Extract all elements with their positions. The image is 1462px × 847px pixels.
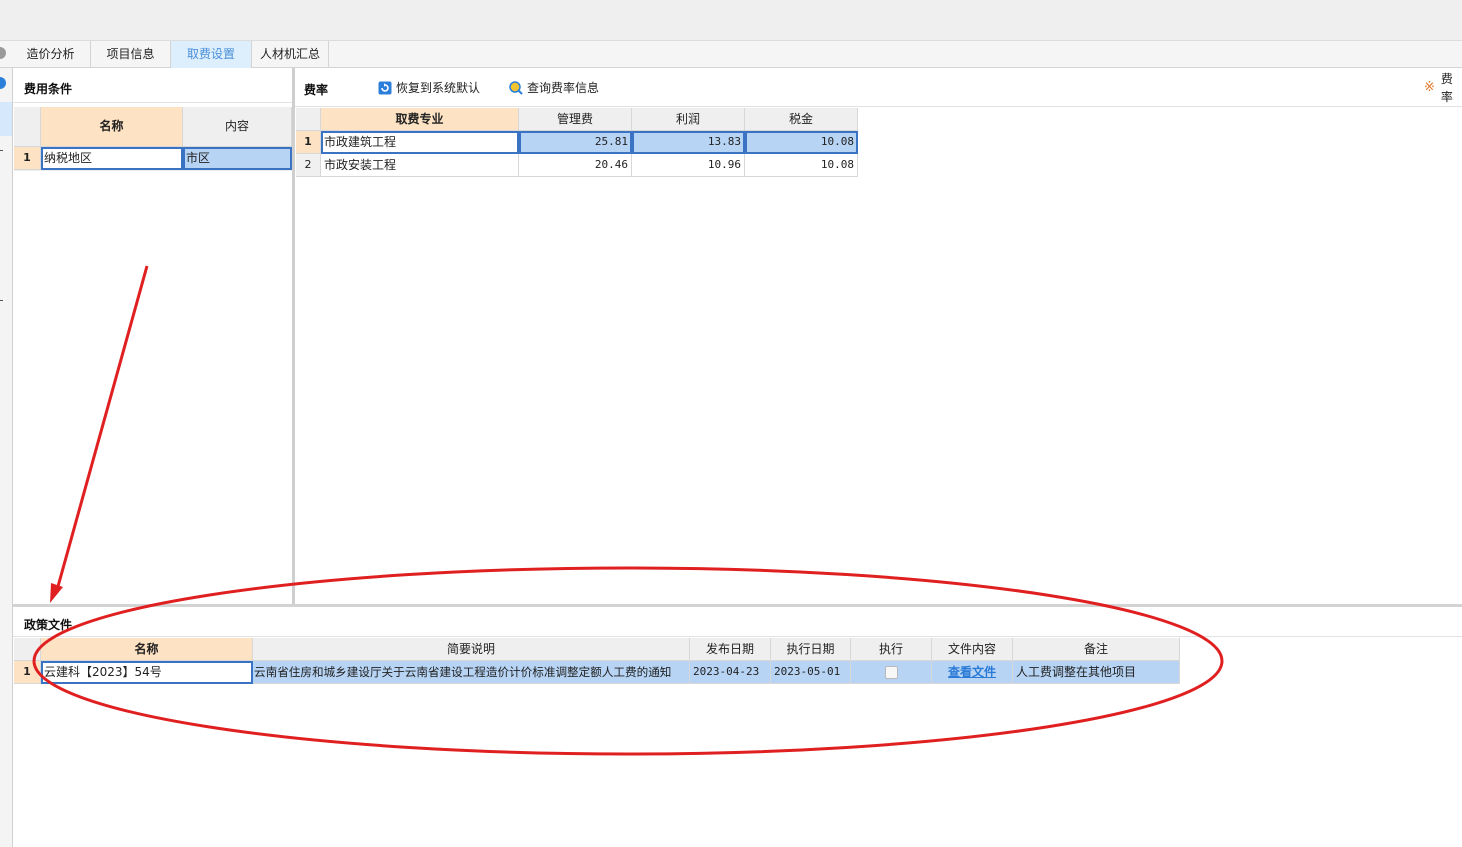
annotation-arrow-line xyxy=(55,265,149,591)
col-header-profit[interactable]: 利润 xyxy=(632,108,745,131)
col-header-execute[interactable]: 执行 xyxy=(851,638,932,661)
col-header-policy-name[interactable]: 名称 xyxy=(41,638,253,661)
policy-remark-cell[interactable]: 人工费调整在其他项目 xyxy=(1013,661,1180,684)
policy-execute-cell xyxy=(851,661,932,684)
policy-name-cell[interactable]: 云建科【2023】54号 xyxy=(41,661,253,684)
search-icon xyxy=(509,81,523,95)
rates-title: 费率 xyxy=(304,83,329,97)
horizontal-splitter[interactable] xyxy=(13,604,1462,607)
tab-labor-material-summary[interactable]: 人材机汇总 xyxy=(252,41,329,68)
query-rate-button[interactable]: 查询费率信息 xyxy=(509,79,599,97)
divider xyxy=(13,102,292,103)
annotation-arrow-head xyxy=(50,583,63,603)
col-header-mgmt[interactable]: 管理费 xyxy=(519,108,632,131)
col-header-file-content[interactable]: 文件内容 xyxy=(932,638,1013,661)
side-tick xyxy=(0,150,3,151)
policy-exec-date-cell[interactable]: 2023-05-01 xyxy=(771,661,851,684)
restore-default-label: 恢复到系统默认 xyxy=(396,81,481,95)
fee-condition-name-cell[interactable]: 纳税地区 xyxy=(41,147,183,170)
divider xyxy=(14,170,292,171)
row-number[interactable]: 1 xyxy=(296,131,321,154)
vertical-splitter[interactable] xyxy=(292,68,295,606)
restore-default-button[interactable]: 恢复到系统默认 xyxy=(378,79,480,97)
title-bar xyxy=(0,0,1462,41)
rate-specialty-cell[interactable]: 市政安装工程 xyxy=(321,154,519,177)
col-header-description[interactable]: 简要说明 xyxy=(253,638,690,661)
policy-title: 政策文件 xyxy=(24,618,73,632)
left-side-strip xyxy=(0,68,13,847)
col-header-content[interactable]: 内容 xyxy=(183,107,292,147)
collapse-circle-icon[interactable] xyxy=(0,77,6,89)
grid-corner xyxy=(296,108,321,131)
row-number[interactable]: 2 xyxy=(296,154,321,177)
rate-mgmt-cell[interactable]: 25.81 xyxy=(519,131,632,154)
policy-publish-date-cell[interactable]: 2023-04-23 xyxy=(690,661,771,684)
policy-description-cell[interactable]: 云南省住房和城乡建设厅关于云南省建设工程造价计价标准调整定额人工费的通知 xyxy=(253,661,690,684)
row-number[interactable]: 1 xyxy=(14,147,41,170)
side-nav-selected[interactable] xyxy=(0,102,12,136)
col-header-specialty[interactable]: 取费专业 xyxy=(321,108,519,131)
rate-tax-cell[interactable]: 10.08 xyxy=(745,131,858,154)
side-tick xyxy=(0,300,3,301)
rate-specialty-cell[interactable]: 市政建筑工程 xyxy=(321,131,519,154)
col-header-exec-date[interactable]: 执行日期 xyxy=(771,638,851,661)
divider xyxy=(13,636,1462,637)
tab-cost-analysis[interactable]: 造价分析 xyxy=(11,41,91,68)
tab-bar: 造价分析 项目信息 取费设置 人材机汇总 xyxy=(0,41,1462,68)
rate-right-label: 费率 xyxy=(1440,72,1453,104)
rate-right-button[interactable]: ※ 费率 xyxy=(1424,72,1462,104)
rate-tax-cell[interactable]: 10.08 xyxy=(745,154,858,177)
grid-corner xyxy=(14,638,41,661)
view-file-link[interactable]: 查看文件 xyxy=(932,661,1013,684)
asterisk-icon: ※ xyxy=(1424,80,1435,95)
query-rate-label: 查询费率信息 xyxy=(527,81,600,95)
restore-icon xyxy=(378,81,392,95)
fee-condition-content-cell[interactable]: 市区 xyxy=(183,147,292,170)
rate-mgmt-cell[interactable]: 20.46 xyxy=(519,154,632,177)
col-header-tax[interactable]: 税金 xyxy=(745,108,858,131)
grid-corner xyxy=(14,107,41,147)
col-header-publish-date[interactable]: 发布日期 xyxy=(690,638,771,661)
execute-checkbox[interactable] xyxy=(884,666,898,679)
tab-fee-settings[interactable]: 取费设置 xyxy=(171,41,252,68)
fee-conditions-title: 费用条件 xyxy=(24,82,73,96)
col-header-name[interactable]: 名称 xyxy=(41,107,183,147)
tab-scroll-dot[interactable] xyxy=(0,47,6,59)
col-header-remark[interactable]: 备注 xyxy=(1013,638,1180,661)
rate-profit-cell[interactable]: 10.96 xyxy=(632,154,745,177)
rate-profit-cell[interactable]: 13.83 xyxy=(632,131,745,154)
row-number[interactable]: 1 xyxy=(14,661,41,684)
tab-project-info[interactable]: 项目信息 xyxy=(91,41,171,68)
divider xyxy=(295,106,1462,107)
